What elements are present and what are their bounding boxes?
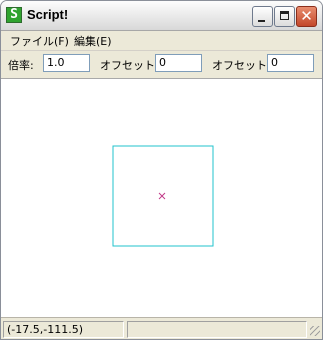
menu-edit[interactable]: 編集(E) xyxy=(74,33,112,49)
close-icon: ✕ xyxy=(300,7,313,25)
menu-file[interactable]: ファイル(F) xyxy=(10,33,69,49)
minimize-button[interactable] xyxy=(252,6,273,27)
status-coordinates: (-17.5,-111.5) xyxy=(3,321,124,338)
drawing-canvas[interactable] xyxy=(1,79,322,317)
canvas-svg xyxy=(112,145,214,247)
maximize-button[interactable] xyxy=(274,6,295,27)
maximize-icon xyxy=(280,11,289,20)
minimize-icon xyxy=(258,20,265,22)
title-bar[interactable]: S Script! ✕ xyxy=(1,1,322,31)
scale-label: 倍率: xyxy=(8,59,34,72)
resize-grip-icon[interactable] xyxy=(310,326,320,336)
close-button[interactable]: ✕ xyxy=(296,6,317,27)
app-window: S Script! ✕ ファイル(F) 編集(E) 倍率: 1.0 オフセットX… xyxy=(0,0,323,340)
window-title: Script! xyxy=(27,7,69,22)
status-pane-empty xyxy=(127,321,307,338)
offset-y-input[interactable]: 0 xyxy=(267,54,314,72)
scale-input[interactable]: 1.0 xyxy=(43,54,90,72)
status-bar: (-17.5,-111.5) xyxy=(1,317,322,339)
app-icon: S xyxy=(6,7,22,23)
square-shape[interactable] xyxy=(112,145,214,247)
origin-marker-icon xyxy=(158,192,166,200)
offset-x-input[interactable]: 0 xyxy=(155,54,202,72)
menu-bar: ファイル(F) 編集(E) xyxy=(1,31,322,51)
toolbar: 倍率: 1.0 オフセットX: 0 オフセットY: 0 xyxy=(1,51,322,79)
